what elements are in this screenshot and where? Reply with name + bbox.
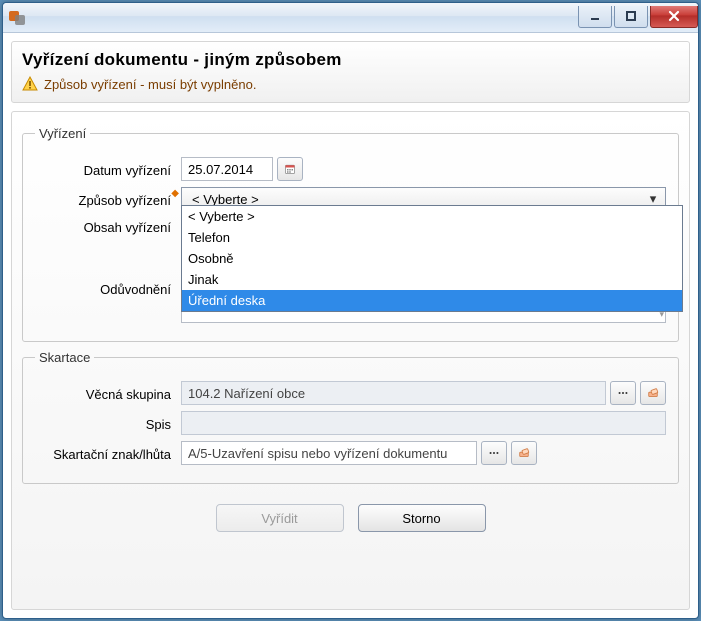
row-vecna: Věcná skupina 104.2 Nařízení obce	[35, 381, 666, 405]
spis-display	[181, 411, 666, 435]
dropdown-option[interactable]: < Vyberte >	[182, 206, 682, 227]
label-oduv: Odůvodnění	[35, 279, 181, 297]
label-zpusob: Způsob vyřízení ◆	[35, 190, 181, 208]
label-zpusob-text: Způsob vyřízení	[79, 193, 172, 208]
ellipsis-icon	[488, 450, 500, 456]
dropdown-option[interactable]: Úřední deska	[182, 290, 682, 311]
znak-input[interactable]	[181, 441, 477, 465]
row-spis: Spis	[35, 411, 666, 435]
dropdown-option[interactable]: Osobně	[182, 248, 682, 269]
maximize-icon	[625, 10, 637, 22]
vecna-clear-button[interactable]	[640, 381, 666, 405]
ellipsis-icon	[617, 390, 629, 396]
row-datum: Datum vyřízení	[35, 157, 666, 181]
content-area: Vyřízení Datum vyřízení Způsob vyřízení …	[11, 111, 690, 610]
fieldset-skartace: Skartace Věcná skupina 104.2 Nařízení ob…	[22, 350, 679, 484]
close-button[interactable]	[650, 6, 698, 28]
zpusob-dropdown-list[interactable]: < Vyberte >TelefonOsobněJinakÚřední desk…	[181, 205, 683, 312]
eraser-icon	[518, 446, 530, 460]
dialog-title: Vyřízení dokumentu - jiným způsobem	[22, 50, 679, 70]
eraser-icon	[647, 386, 659, 400]
calendar-button[interactable]	[277, 157, 303, 181]
maximize-button[interactable]	[614, 6, 648, 28]
vecna-browse-button[interactable]	[610, 381, 636, 405]
date-input[interactable]	[181, 157, 273, 181]
legend-skartace: Skartace	[35, 350, 94, 365]
cancel-button[interactable]: Storno	[358, 504, 486, 532]
fieldset-vyrizeni: Vyřízení Datum vyřízení Způsob vyřízení …	[22, 126, 679, 342]
window-buttons	[576, 6, 698, 28]
warning-text: Způsob vyřízení - musí být vyplněno.	[44, 77, 256, 92]
label-vecna: Věcná skupina	[35, 384, 181, 402]
minimize-icon	[589, 10, 601, 22]
label-znak: Skartační znak/lhůta	[35, 444, 181, 462]
label-datum: Datum vyřízení	[35, 160, 181, 178]
znak-clear-button[interactable]	[511, 441, 537, 465]
label-spis: Spis	[35, 414, 181, 432]
calendar-icon	[284, 161, 296, 177]
required-marker-icon: ◆	[171, 188, 179, 199]
dropdown-option[interactable]: Telefon	[182, 227, 682, 248]
app-icon	[9, 9, 27, 27]
footer-buttons: Vyřídit Storno	[22, 492, 679, 546]
dialog-window: Vyřízení dokumentu - jiným způsobem Způs…	[2, 2, 699, 619]
titlebar	[3, 3, 698, 33]
legend-vyrizeni: Vyřízení	[35, 126, 90, 141]
ok-button[interactable]: Vyřídit	[216, 504, 344, 532]
znak-browse-button[interactable]	[481, 441, 507, 465]
dropdown-option[interactable]: Jinak	[182, 269, 682, 290]
label-obsah: Obsah vyřízení	[35, 217, 181, 235]
header-panel: Vyřízení dokumentu - jiným způsobem Způs…	[11, 41, 690, 103]
row-znak: Skartační znak/lhůta	[35, 441, 666, 465]
warning-row: Způsob vyřízení - musí být vyplněno.	[22, 76, 679, 92]
minimize-button[interactable]	[578, 6, 612, 28]
close-icon	[667, 10, 681, 22]
vecna-display: 104.2 Nařízení obce	[181, 381, 606, 405]
warning-icon	[22, 76, 38, 92]
